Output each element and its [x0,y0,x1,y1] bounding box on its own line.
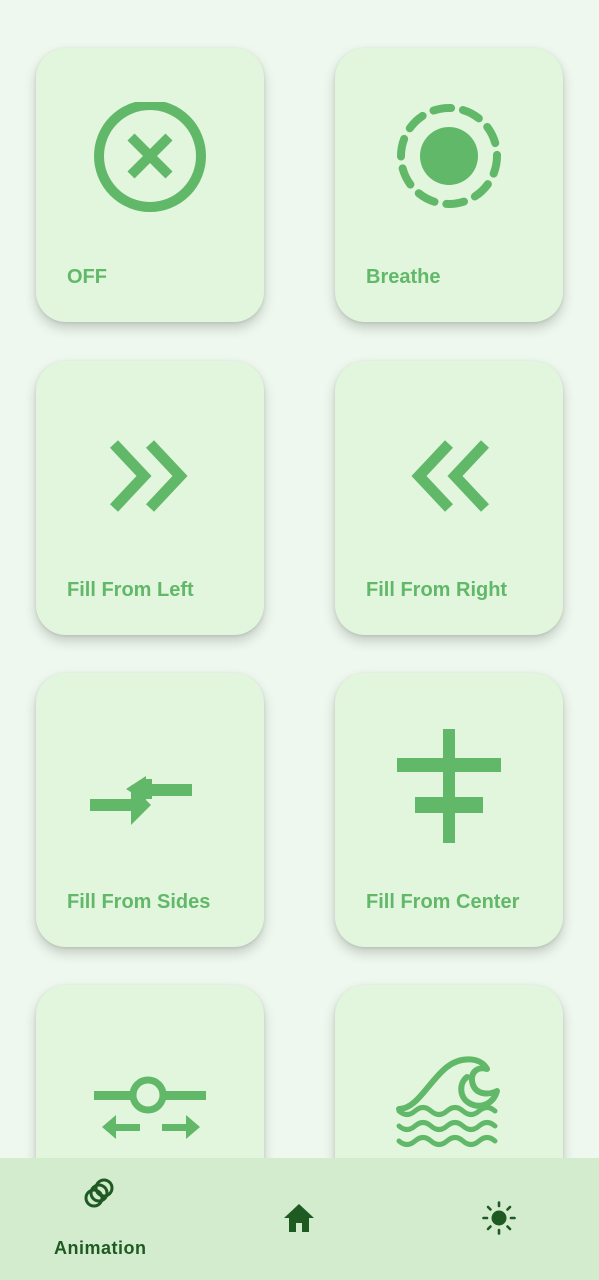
mode-label: Fill From Right [366,579,508,601]
mode-card-breathe[interactable]: Breathe [335,48,563,322]
mode-card-off[interactable]: OFF [36,48,264,322]
mode-label: OFF [67,266,107,288]
slider-arrows-icon [90,1039,210,1158]
arrows-inward-icon [90,727,210,847]
bottom-navigation: Animation [0,1158,599,1280]
home-icon [282,1201,316,1235]
off-circle-x-icon [90,102,210,222]
animation-rings-icon [82,1176,116,1210]
nav-item-home[interactable] [200,1158,400,1280]
double-chevron-left-icon [389,415,509,535]
mode-card-fill-from-right[interactable]: Fill From Right [335,361,563,635]
mode-card-fill-from-sides[interactable]: Fill From Sides [36,673,264,947]
mode-card-fill-from-left[interactable]: Fill From Left [36,361,264,635]
nav-label-animation: Animation [54,1238,147,1258]
breathe-icon [389,102,509,222]
center-bars-icon [389,727,509,847]
nav-item-brightness[interactable] [400,1158,599,1280]
double-chevron-right-icon [90,415,210,535]
mode-grid: OFF Breathe Fill From Left Fill From Rig… [0,0,599,1158]
mode-card-fill-from-center[interactable]: Fill From Center [335,673,563,947]
mode-label: Fill From Sides [67,891,211,913]
wave-icon [389,1039,509,1158]
mode-card-8[interactable] [335,985,563,1158]
mode-label: Breathe [366,266,441,288]
mode-label: Fill From Left [67,579,194,601]
nav-item-animation[interactable]: Animation [0,1158,200,1280]
brightness-icon [482,1201,516,1235]
mode-card-7[interactable] [36,985,264,1158]
mode-label: Fill From Center [366,891,520,913]
